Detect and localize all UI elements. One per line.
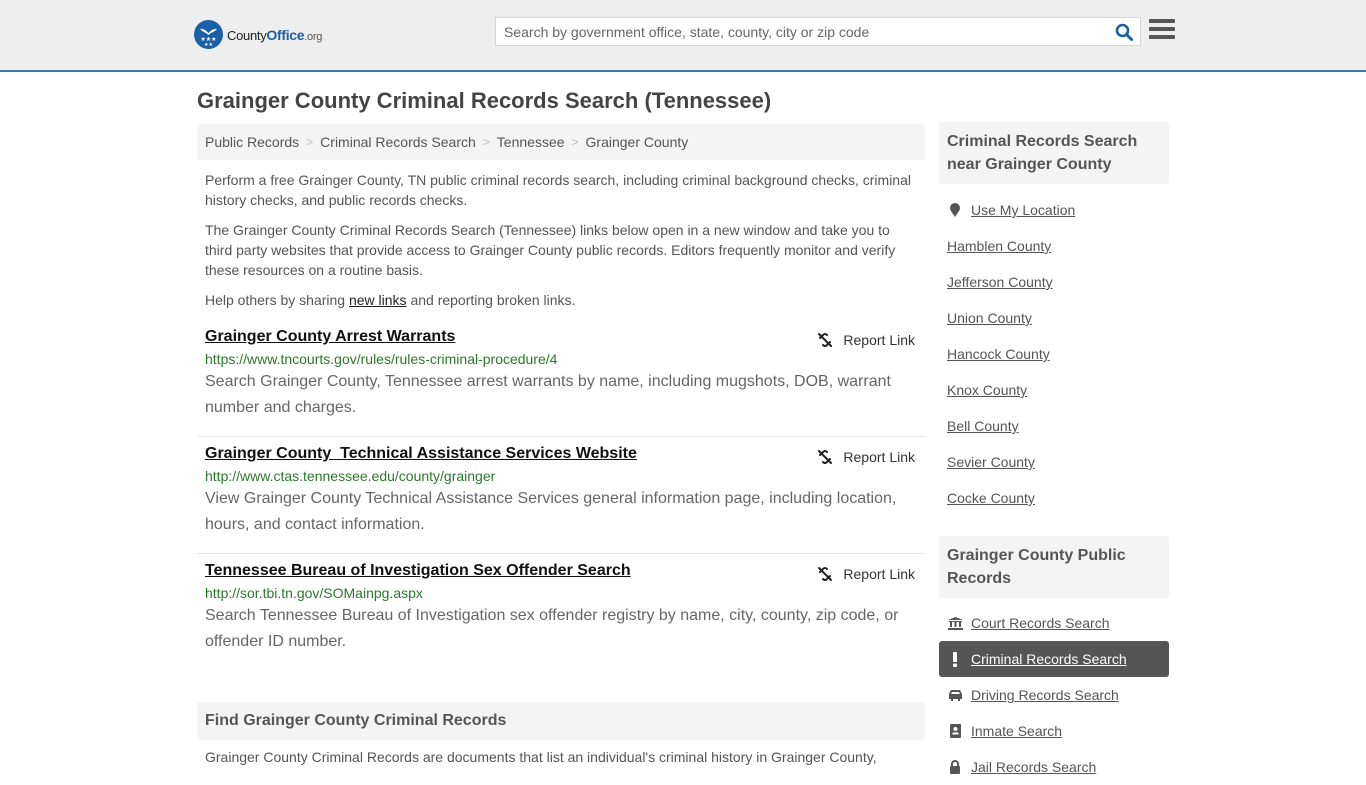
disclaimer-paragraph: The Grainger County Criminal Records Sea… (205, 222, 896, 278)
nearby-county-link[interactable]: Knox County (939, 372, 1169, 408)
search-input[interactable] (496, 18, 1108, 45)
find-records-text: Grainger County Criminal Records are doc… (205, 749, 877, 765)
sidebar-item-jail-records[interactable]: Jail Records Search (939, 749, 1169, 785)
nearby-county-link[interactable]: Hamblen County (939, 228, 1169, 264)
breadcrumb-separator: > (571, 135, 579, 149)
report-link-button[interactable]: Report Link (817, 449, 915, 465)
use-my-location-link[interactable]: Use My Location (939, 192, 1169, 228)
map-pin-icon (947, 202, 963, 218)
logo-text: CountyOffice.org (227, 26, 323, 43)
eagle-logo-icon: ★★★ ★★ (194, 20, 223, 49)
nearby-county-link[interactable]: Jefferson County (939, 264, 1169, 300)
sidebar-item-court-records[interactable]: Court Records Search (939, 605, 1169, 641)
find-records-heading: Find Grainger County Criminal Records (197, 702, 925, 740)
exclamation-icon (947, 651, 963, 667)
new-links-link[interactable]: new links (349, 292, 407, 308)
entry-url: http://www.ctas.tennessee.edu/county/gra… (205, 468, 496, 484)
page-title: Grainger County Criminal Records Search … (197, 88, 772, 113)
nearby-county-link[interactable]: Union County (939, 300, 1169, 336)
breadcrumb-separator: > (482, 135, 490, 149)
courthouse-icon (947, 616, 963, 630)
entry-title-link[interactable]: Grainger County Arrest Warrants (205, 328, 455, 346)
svg-text:★★: ★★ (204, 42, 213, 48)
nearby-county-link[interactable]: Sevier County (939, 444, 1169, 480)
search-button[interactable] (1108, 18, 1140, 45)
entry-url: https://www.tncourts.gov/rules/rules-cri… (205, 351, 558, 367)
resource-entry: Tennessee Bureau of Investigation Sex Of… (197, 562, 925, 671)
nearby-county-link[interactable]: Hancock County (939, 336, 1169, 372)
lock-icon (947, 760, 963, 774)
help-paragraph: Help others by sharing new links and rep… (205, 292, 576, 308)
intro-paragraph: Perform a free Grainger County, TN publi… (205, 172, 911, 208)
breadcrumb-tennessee[interactable]: Tennessee (497, 134, 565, 150)
county-office-logo[interactable]: ★★★ ★★ CountyOffice.org (194, 20, 322, 49)
nearby-county-link[interactable]: Bell County (939, 408, 1169, 444)
report-link-button[interactable]: Report Link (817, 332, 915, 348)
breadcrumb: Public Records > Criminal Records Search… (197, 124, 925, 160)
sidebar-item-driving-records[interactable]: Driving Records Search (939, 677, 1169, 713)
site-header: ★★★ ★★ CountyOffice.org (0, 0, 1366, 72)
car-icon (947, 689, 963, 701)
resource-entry: Grainger County Technical Assistance Ser… (197, 445, 925, 554)
breadcrumb-grainger-county[interactable]: Grainger County (586, 134, 689, 150)
entry-url: http://sor.tbi.tn.gov/SOMainpg.aspx (205, 585, 423, 601)
search-bar (495, 17, 1141, 46)
entry-description: View Grainger County Technical Assistanc… (205, 490, 897, 533)
entry-description: Search Tennessee Bureau of Investigation… (205, 607, 899, 650)
hamburger-menu-button[interactable] (1149, 19, 1175, 43)
search-icon (1115, 23, 1133, 41)
id-badge-icon (947, 724, 963, 738)
entry-title-link[interactable]: Tennessee Bureau of Investigation Sex Of… (205, 562, 631, 580)
entry-title-link[interactable]: Grainger County Technical Assistance Ser… (205, 445, 637, 463)
public-records-heading: Grainger County Public Records (939, 536, 1169, 598)
entry-description: Search Grainger County, Tennessee arrest… (205, 373, 891, 416)
nearby-county-link[interactable]: Cocke County (939, 480, 1169, 516)
broken-link-icon (818, 567, 833, 581)
breadcrumb-criminal-records-search[interactable]: Criminal Records Search (320, 134, 476, 150)
breadcrumb-public-records[interactable]: Public Records (205, 134, 299, 150)
report-link-button[interactable]: Report Link (817, 566, 915, 582)
broken-link-icon (818, 450, 833, 464)
nearby-heading: Criminal Records Search near Grainger Co… (939, 122, 1169, 184)
resource-entry: Grainger County Arrest Warrants Report L… (197, 328, 925, 437)
sidebar-item-inmate-search[interactable]: Inmate Search (939, 713, 1169, 749)
hamburger-menu-icon (1149, 19, 1175, 23)
broken-link-icon (818, 333, 833, 347)
breadcrumb-separator: > (306, 135, 314, 149)
sidebar-item-criminal-records[interactable]: Criminal Records Search (939, 641, 1169, 677)
